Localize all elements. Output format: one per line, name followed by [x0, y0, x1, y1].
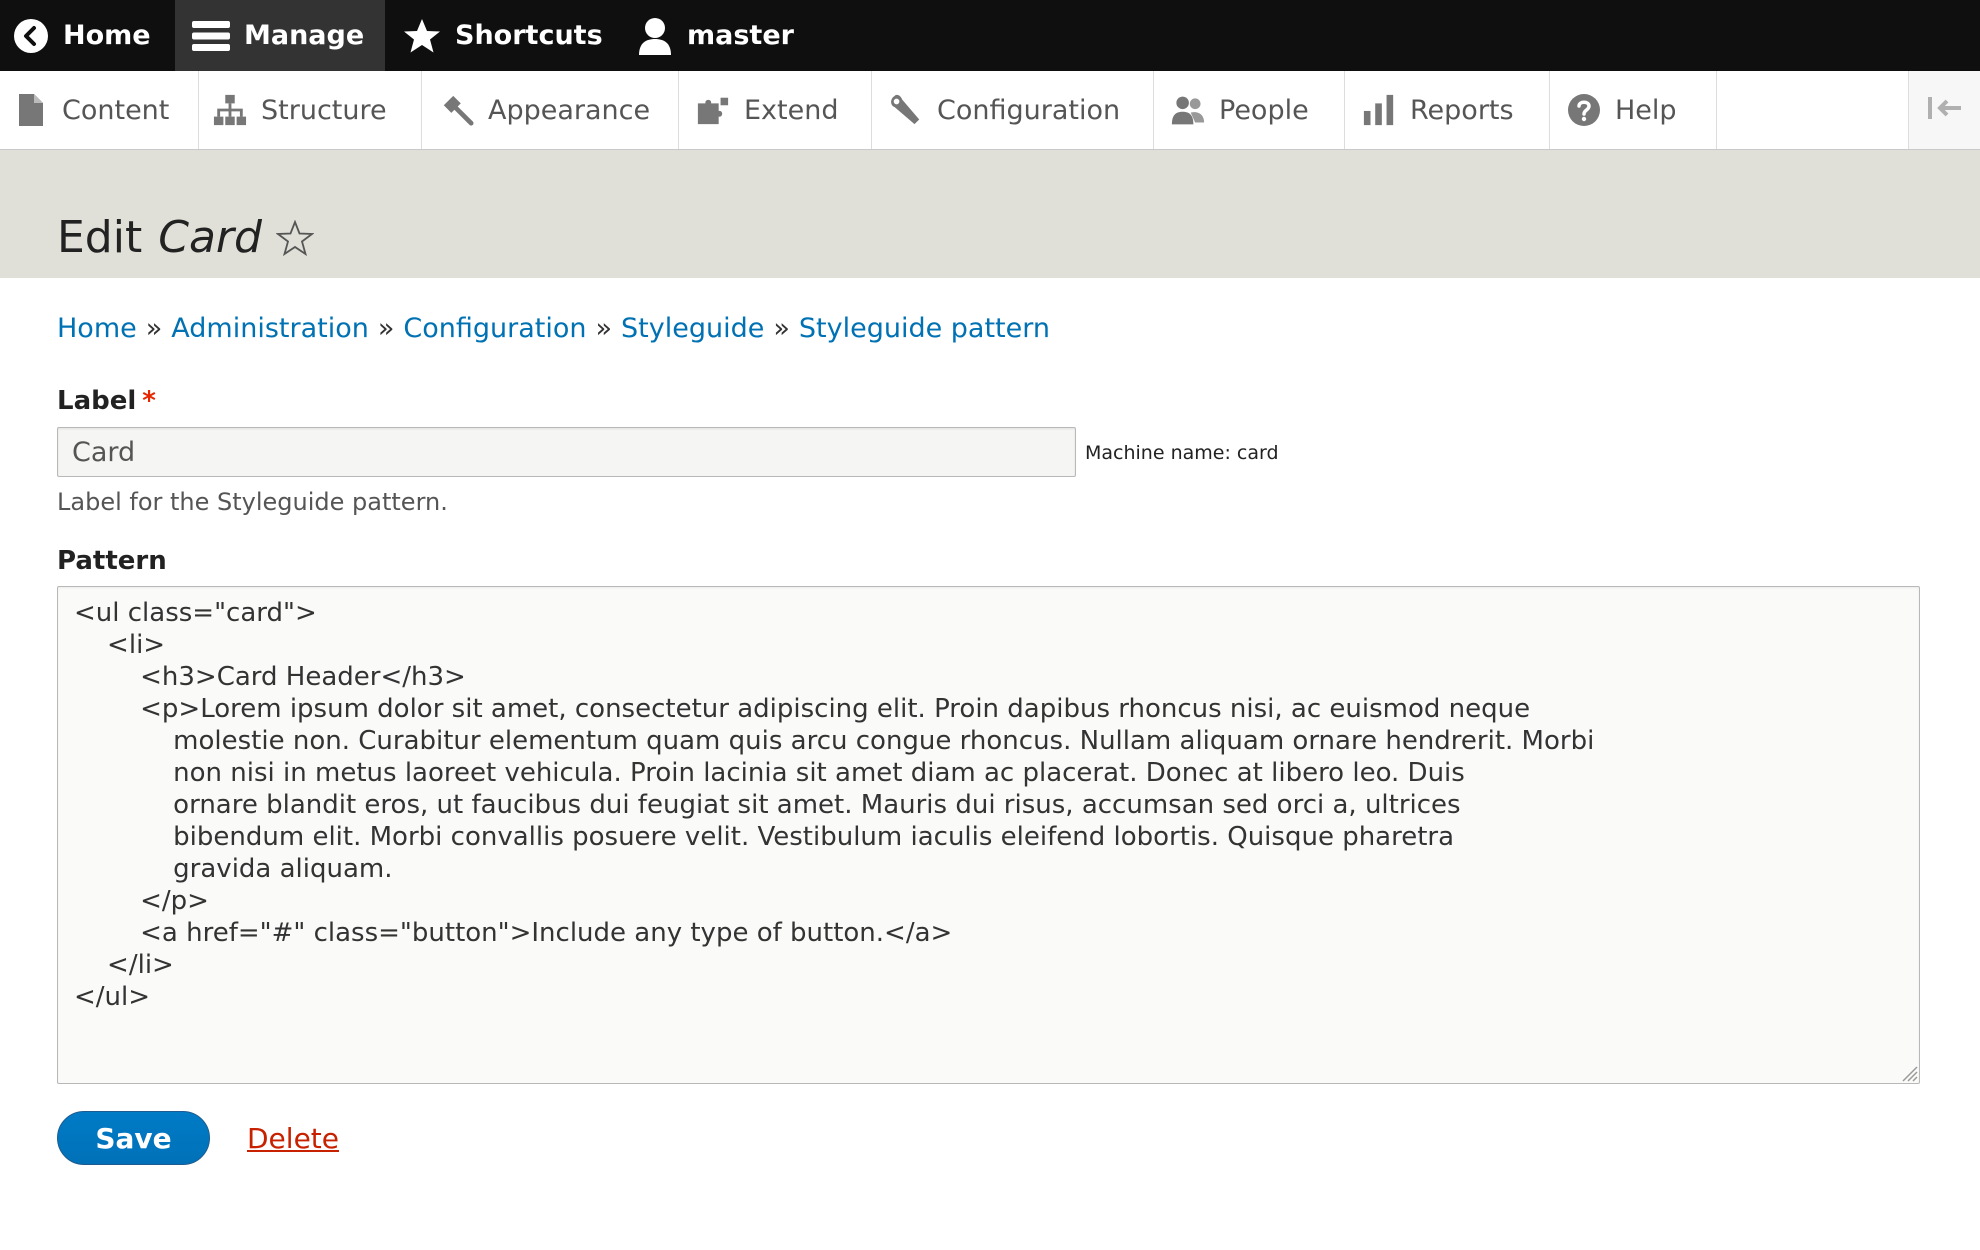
machine-name-text: Machine name: card — [1085, 442, 1279, 464]
breadcrumb-separator: » — [377, 313, 395, 344]
toolbar-user-tab[interactable]: master — [621, 0, 821, 71]
toolbar-shortcuts-label: Shortcuts — [455, 20, 603, 51]
tray-item-label: Structure — [261, 94, 387, 126]
label-input[interactable] — [57, 427, 1076, 477]
menu-icon — [192, 19, 230, 53]
label-field-title: Label * — [57, 386, 156, 416]
file-icon — [14, 93, 48, 127]
admin-menu-tray: Content Structure Appearance Extend Conf… — [0, 71, 1980, 150]
toolbar-home-label: Home — [63, 20, 151, 51]
tray-item-appearance[interactable]: Appearance — [422, 71, 679, 149]
page-title-entity: Card — [158, 212, 262, 263]
tray-item-label: Appearance — [488, 94, 651, 126]
toolbar-manage-tab[interactable]: Manage — [175, 0, 385, 71]
tray-item-label: Help — [1615, 94, 1677, 126]
toolbar-shortcuts-tab[interactable]: Shortcuts — [385, 0, 621, 71]
breadcrumb: Home » Administration » Configuration » Styleg… — [57, 313, 1050, 344]
required-marker: * — [142, 386, 156, 416]
collapse-left-icon — [1927, 96, 1963, 124]
label-field-description: Label for the Styleguide pattern. — [57, 488, 448, 516]
star-icon — [403, 18, 441, 54]
page-title: Edit Card — [57, 212, 314, 263]
breadcrumb-link-styleguide[interactable]: Styleguide — [621, 313, 764, 344]
people-icon — [1171, 93, 1205, 127]
pattern-textarea[interactable]: <ul class="card"> <li> <h3>Card Header</… — [57, 586, 1920, 1084]
delete-link[interactable]: Delete — [247, 1122, 339, 1155]
tray-item-extend[interactable]: Extend — [679, 71, 872, 149]
breadcrumb-link-home[interactable]: Home — [57, 313, 137, 344]
tray-item-structure[interactable]: Structure — [199, 71, 422, 149]
tray-item-label: People — [1219, 94, 1309, 126]
toolbar-bar: Home Manage Shortcuts master — [0, 0, 1980, 71]
breadcrumb-separator: » — [145, 313, 163, 344]
save-button[interactable]: Save — [57, 1111, 210, 1165]
breadcrumb-link-administration[interactable]: Administration — [171, 313, 369, 344]
wrench-icon — [889, 93, 923, 127]
tray-item-configuration[interactable]: Configuration — [872, 71, 1154, 149]
tray-item-label: Extend — [744, 94, 839, 126]
label-field-title-text: Label — [57, 386, 137, 416]
breadcrumb-separator: » — [595, 313, 613, 344]
breadcrumb-link-styleguide-pattern[interactable]: Styleguide pattern — [799, 313, 1050, 344]
back-arrow-circle-icon — [13, 18, 49, 54]
tray-item-label: Content — [62, 94, 170, 126]
paintbrush-icon — [440, 93, 474, 127]
tray-orientation-toggle[interactable] — [1908, 71, 1980, 149]
tray-item-content[interactable]: Content — [0, 71, 199, 149]
page-header: Edit Card — [0, 150, 1980, 278]
tray-item-label: Reports — [1410, 94, 1514, 126]
tray-item-reports[interactable]: Reports — [1345, 71, 1550, 149]
puzzle-icon — [696, 93, 730, 127]
toolbar-manage-label: Manage — [244, 20, 365, 51]
page-title-prefix: Edit — [57, 212, 143, 263]
user-icon — [637, 17, 673, 55]
sitemap-icon — [213, 93, 247, 127]
toolbar-user-label: master — [687, 20, 794, 51]
breadcrumb-separator: » — [773, 313, 790, 344]
add-shortcut-star-icon[interactable] — [275, 219, 314, 256]
toolbar-home-tab[interactable]: Home — [0, 0, 175, 71]
resize-grip-icon[interactable] — [1900, 1064, 1918, 1082]
pattern-field-title: Pattern — [57, 546, 167, 576]
bar-chart-icon — [1362, 93, 1396, 127]
breadcrumb-link-configuration[interactable]: Configuration — [403, 313, 586, 344]
tray-item-label: Configuration — [937, 94, 1121, 126]
tray-item-people[interactable]: People — [1154, 71, 1345, 149]
help-icon — [1567, 93, 1601, 127]
tray-item-help[interactable]: Help — [1550, 71, 1717, 149]
